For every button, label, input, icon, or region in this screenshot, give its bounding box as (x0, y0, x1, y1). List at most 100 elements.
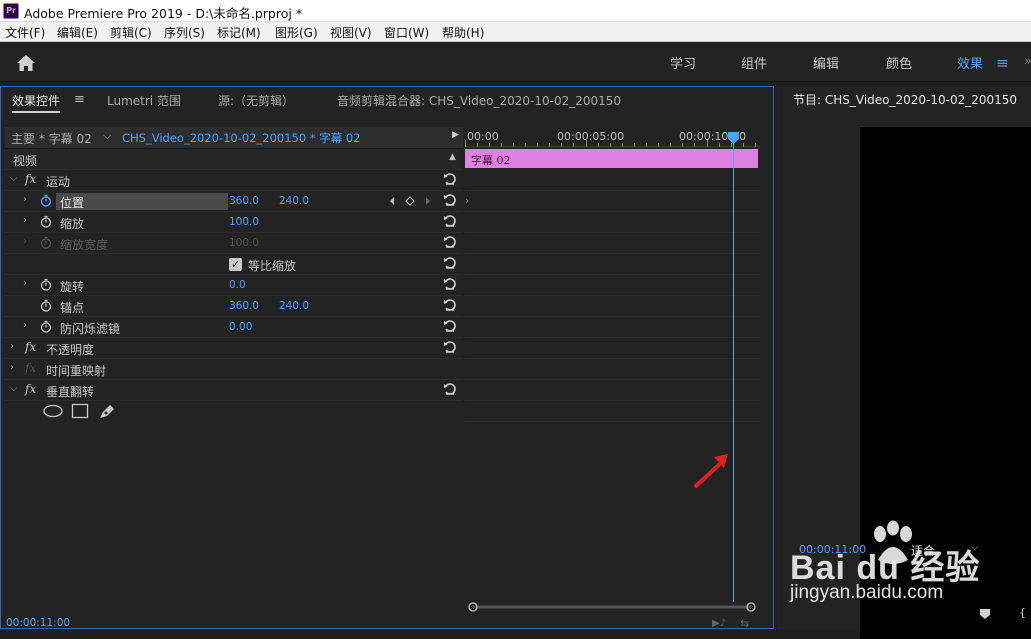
workspace-tab-assembly[interactable]: 组件 (741, 53, 767, 72)
uniform-scale-checkbox[interactable]: ✓ (229, 258, 242, 271)
play-triangle-icon[interactable]: ▶ (452, 130, 459, 140)
menu-sequence[interactable]: 序列(S) (164, 24, 205, 41)
effect-opacity-row[interactable]: › fx 不透明度 (4, 338, 462, 359)
twirl-down-icon[interactable]: ⌵ (10, 173, 18, 184)
tab-source[interactable]: 源:（无剪辑） (218, 92, 294, 109)
reset-icon[interactable] (443, 256, 457, 270)
video-section-row: 视频 ▲ (4, 149, 462, 170)
rotation-row[interactable]: › 旋转 0.0 (4, 275, 462, 296)
menu-clip[interactable]: 剪辑(C) (110, 24, 152, 41)
workspace-overflow-icon[interactable]: » (1024, 54, 1031, 69)
program-monitor-title[interactable]: 节目: CHS_Video_2020-10-02_200150 (793, 91, 1017, 108)
stopwatch-icon[interactable] (40, 299, 52, 312)
position-y-value[interactable]: 240.0 (279, 195, 309, 207)
twirl-right-icon[interactable]: › (23, 194, 27, 205)
anchor-y-value[interactable]: 240.0 (279, 300, 309, 312)
reset-icon[interactable] (443, 319, 457, 333)
home-icon[interactable] (16, 54, 36, 72)
tab-lumetri-scopes[interactable]: Lumetri 范围 (107, 92, 181, 109)
twirl-right-icon[interactable]: › (23, 215, 27, 226)
scale-width-row[interactable]: › 缩放宽度 100.0 (4, 233, 462, 254)
anti-flicker-value[interactable]: 0.00 (229, 321, 252, 333)
position-x-value[interactable]: 360.0 (229, 195, 259, 207)
position-label: 位置 (60, 196, 85, 210)
stopwatch-icon (40, 236, 52, 249)
scale-label: 缩放 (60, 217, 85, 231)
workspace-tab-effects[interactable]: 效果 (957, 53, 983, 72)
reset-icon[interactable] (443, 382, 457, 396)
tab-effect-controls[interactable]: 效果控件 (12, 92, 61, 113)
workspace-tab-color[interactable]: 颜色 (886, 53, 912, 72)
fx-icon: fx (25, 361, 37, 375)
fx-icon[interactable]: fx (25, 340, 36, 354)
time-ruler[interactable]: 00:00 00:00:05:00 00:00:10:00 (465, 127, 760, 147)
current-time-display[interactable]: 00:00:11:00 (6, 617, 70, 629)
rotation-label: 旋转 (60, 280, 85, 294)
reset-icon[interactable] (443, 277, 457, 291)
tab-audio-clip-mixer[interactable]: 音频剪辑混合器: CHS_Video_2020-10-02_200150 (337, 92, 621, 109)
scale-value[interactable]: 100.0 (229, 216, 259, 228)
twirl-right-icon[interactable]: › (23, 320, 27, 331)
stopwatch-icon[interactable] (40, 320, 52, 333)
ellipse-mask-icon[interactable] (43, 404, 63, 418)
anti-flicker-row[interactable]: › 防闪烁滤镜 0.00 (4, 317, 462, 338)
stopwatch-icon[interactable] (40, 215, 52, 228)
menu-view[interactable]: 视图(V) (330, 24, 372, 41)
play-audio-icon[interactable]: ▶♪ (712, 618, 726, 629)
reset-icon[interactable] (443, 214, 457, 228)
effect-motion-row[interactable]: ⌵ fx 运动 (4, 170, 462, 191)
stopwatch-icon[interactable] (40, 278, 52, 291)
reset-icon[interactable] (443, 340, 457, 354)
workspace-bar: 学习 组件 编辑 颜色 效果 ≡ » (0, 42, 1031, 82)
anti-flicker-label: 防闪烁滤镜 (60, 322, 121, 336)
panel-menu-icon[interactable]: ≡ (74, 92, 85, 107)
scale-row[interactable]: › 缩放 100.0 (4, 212, 462, 233)
anchor-x-value[interactable]: 360.0 (229, 300, 259, 312)
menu-edit[interactable]: 编辑(E) (57, 24, 98, 41)
row-divider (465, 379, 760, 380)
reset-icon[interactable] (443, 172, 457, 186)
playhead-handle[interactable] (727, 131, 740, 145)
chevron-down-icon[interactable]: ⌵ (103, 129, 111, 143)
twirl-right-icon[interactable]: › (10, 362, 14, 373)
rotation-value[interactable]: 0.0 (229, 279, 246, 291)
mark-in-icon[interactable]: { (1019, 606, 1026, 619)
twirl-right-icon[interactable]: › (23, 278, 27, 289)
horizontal-scrollbar[interactable] (467, 600, 757, 614)
menu-graphics[interactable]: 图形(G) (275, 24, 318, 41)
fx-icon[interactable]: fx (25, 172, 36, 186)
workspace-tab-learn[interactable]: 学习 (670, 53, 696, 72)
pen-mask-icon[interactable] (98, 403, 116, 420)
anchor-point-row[interactable]: 锚点 360.0 240.0 (4, 296, 462, 317)
sequence-clip-label[interactable]: CHS_Video_2020-10-02_200150 * 字幕 02 (122, 130, 361, 146)
menu-window[interactable]: 窗口(W) (384, 24, 429, 41)
stopwatch-icon[interactable] (40, 194, 52, 207)
clip-bar[interactable]: 字幕 02 (465, 149, 758, 168)
collapse-up-icon[interactable]: ▲ (449, 152, 456, 162)
reset-icon[interactable] (443, 193, 457, 207)
menu-help[interactable]: 帮助(H) (442, 24, 484, 41)
workspace-menu-icon[interactable]: ≡ (996, 54, 1009, 72)
keyframe-navigator[interactable] (388, 195, 432, 207)
keyframe-arrow-icon: › (465, 194, 470, 207)
menu-file[interactable]: 文件(F) (5, 24, 45, 41)
position-row[interactable]: › 位置 360.0 240.0 (4, 191, 462, 212)
effect-time-remap-row[interactable]: › fx 时间重映射 (4, 359, 462, 380)
master-clip-label[interactable]: 主要 * 字幕 02 (11, 130, 92, 147)
menu-marker[interactable]: 标记(M) (217, 24, 261, 41)
effect-vertical-flip-row[interactable]: ⌵ fx 垂直翻转 (4, 380, 462, 401)
fx-icon[interactable]: fx (25, 382, 36, 396)
title-bar: Pr Adobe Premiere Pro 2019 - D:\未命名.prpr… (0, 0, 1031, 22)
workspace-tab-editing[interactable]: 编辑 (813, 53, 839, 72)
twirl-right-icon[interactable]: › (10, 341, 14, 352)
reset-icon[interactable] (443, 235, 457, 249)
twirl-right-icon[interactable]: › (23, 236, 27, 247)
playhead-line (733, 137, 734, 602)
scale-width-value: 100.0 (229, 237, 260, 249)
uniform-scale-row[interactable]: ✓ 等比缩放 (4, 254, 462, 275)
rectangle-mask-icon[interactable] (71, 403, 89, 419)
effect-controls-timeline: 00:00 00:00:05:00 00:00:10:00 字幕 02 › (465, 127, 760, 617)
reset-icon[interactable] (443, 298, 457, 312)
twirl-down-icon[interactable]: ⌵ (10, 383, 18, 394)
loop-icon[interactable]: ⇆ (740, 617, 749, 630)
